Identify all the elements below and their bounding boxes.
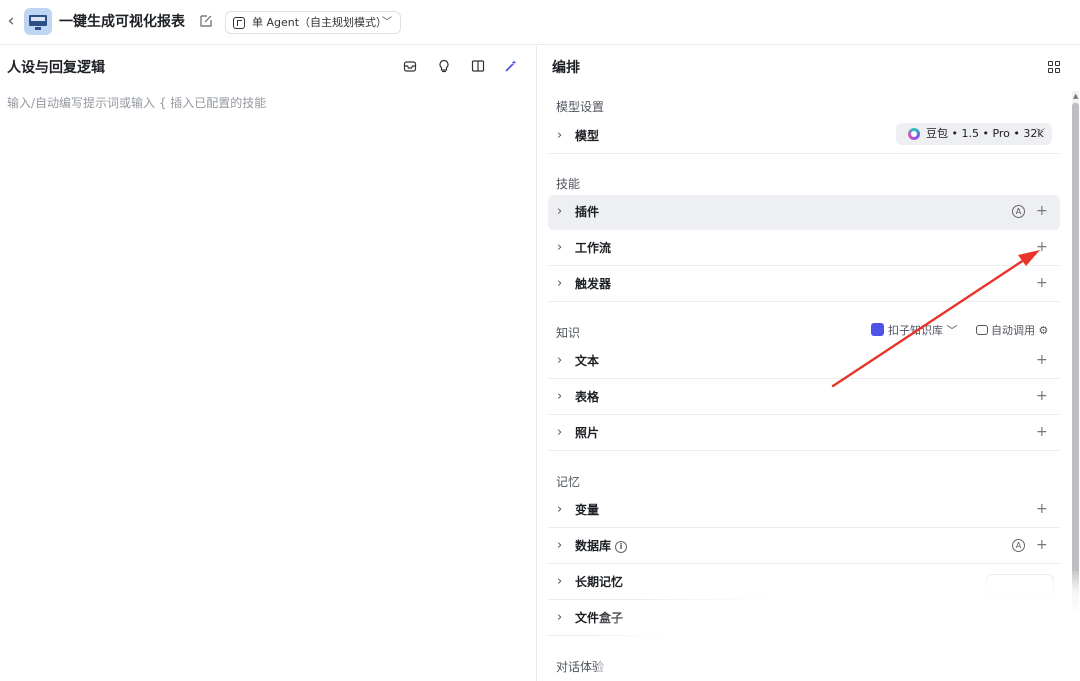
top-bar: ‹ 一键生成可视化报表 单 Agent（自主规划模式） ﹀ <box>0 0 1080 45</box>
chevron-down-icon: ﹀ <box>382 17 392 28</box>
knowledge-source-label: 扣子知识库 <box>888 324 943 337</box>
add-variable-button[interactable]: + <box>1036 501 1048 517</box>
add-photo-button[interactable]: + <box>1036 424 1048 440</box>
model-name: 豆包 • 1.5 • Pro • 32k <box>926 127 1044 140</box>
chevron-right-icon: › <box>557 389 563 404</box>
panel-title: 人设与回复逻辑 <box>7 60 105 76</box>
app-avatar <box>24 8 52 35</box>
prompt-panel: 人设与回复逻辑 输入/自动编写提示词或输入 { 插入已配置的技能 <box>0 46 537 681</box>
section-model-label: 模型设置 <box>556 100 605 114</box>
add-table-button[interactable]: + <box>1036 388 1048 404</box>
gear-icon[interactable]: ⚙ <box>1039 324 1049 337</box>
section-memory-label: 记忆 <box>556 475 581 489</box>
magic-wand-icon[interactable] <box>503 59 519 75</box>
prompt-input[interactable]: 输入/自动编写提示词或输入 { 插入已配置的技能 <box>7 95 266 111</box>
add-workflow-button[interactable]: + <box>1036 239 1048 255</box>
auto-call-setting[interactable]: 自动调用 ⚙ <box>976 323 1048 339</box>
row-label: 工作流 <box>575 241 612 255</box>
chevron-right-icon: › <box>557 204 563 219</box>
chevron-right-icon: › <box>557 353 563 368</box>
auto-badge-icon[interactable]: A <box>1012 205 1025 218</box>
add-database-button[interactable]: + <box>1036 537 1048 553</box>
row-label: 插件 <box>575 205 600 219</box>
row-photo[interactable]: › 照片 + <box>548 416 1060 451</box>
auto-badge-icon[interactable]: A <box>1012 539 1025 552</box>
agent-mode-label: 单 Agent（自主规划模式） <box>252 16 388 29</box>
chevron-right-icon: › <box>557 276 563 291</box>
row-table[interactable]: › 表格 + <box>548 380 1060 415</box>
auto-call-icon <box>976 325 988 335</box>
doubao-logo-icon <box>908 128 920 140</box>
add-text-button[interactable]: + <box>1036 352 1048 368</box>
knowledge-source-select[interactable]: 扣子知识库 ﹀ <box>871 323 958 339</box>
row-label: 触发器 <box>575 277 612 291</box>
chevron-right-icon: › <box>557 128 563 143</box>
add-trigger-button[interactable]: + <box>1036 275 1048 291</box>
blur-overlay <box>598 571 1080 681</box>
row-label: 变量 <box>575 503 600 517</box>
row-plugin[interactable]: › 插件 A + <box>548 195 1060 230</box>
row-label: 表格 <box>575 390 600 404</box>
app-title: 一键生成可视化报表 <box>59 14 185 30</box>
orchestration-panel: 编排 ▲ 模型设置 › 模型 豆包 • 1.5 • Pro • 32k ﹀ 技能… <box>538 46 1080 681</box>
row-variable[interactable]: › 变量 + <box>548 493 1060 528</box>
row-model[interactable]: › 模型 豆包 • 1.5 • Pro • 32k ﹀ <box>548 119 1060 154</box>
add-plugin-button[interactable]: + <box>1036 203 1048 219</box>
chevron-right-icon: › <box>557 502 563 517</box>
section-knowledge-label: 知识 <box>556 326 581 340</box>
row-text[interactable]: › 文本 + <box>548 344 1060 379</box>
back-button[interactable]: ‹ <box>3 11 19 31</box>
chevron-down-icon: ﹀ <box>1036 129 1046 139</box>
section-dialog-label: 对话体验 <box>556 660 605 674</box>
section-skills-label: 技能 <box>556 177 581 191</box>
auto-call-label: 自动调用 <box>991 324 1035 337</box>
info-icon[interactable]: i <box>615 541 628 553</box>
row-label: 照片 <box>575 426 600 440</box>
archive-icon[interactable] <box>402 59 418 75</box>
chevron-right-icon: › <box>557 240 563 255</box>
grid-icon[interactable] <box>1048 61 1061 74</box>
split-view-icon[interactable] <box>470 59 486 75</box>
lightbulb-icon[interactable] <box>436 59 452 75</box>
model-select[interactable]: 豆包 • 1.5 • Pro • 32k ﹀ <box>896 123 1052 145</box>
row-database[interactable]: › 数据库 i A + <box>548 529 1060 564</box>
panel-title: 编排 <box>552 60 580 76</box>
row-label: 数据库 i <box>575 538 628 554</box>
chevron-right-icon: › <box>557 574 563 589</box>
row-trigger[interactable]: › 触发器 + <box>548 267 1060 302</box>
agent-mode-select[interactable]: 单 Agent（自主规划模式） ﹀ <box>225 11 401 34</box>
row-label: 文本 <box>575 354 600 368</box>
chevron-right-icon: › <box>557 425 563 440</box>
row-label-text: 数据库 <box>575 539 612 553</box>
chevron-down-icon: ﹀ <box>946 324 958 337</box>
edit-icon[interactable] <box>199 13 215 29</box>
knowledge-base-icon <box>871 323 884 336</box>
row-label: 模型 <box>575 129 600 143</box>
scroll-up-icon[interactable]: ▲ <box>1073 92 1078 100</box>
row-workflow[interactable]: › 工作流 + <box>548 231 1060 266</box>
chevron-right-icon: › <box>557 610 563 625</box>
chevron-right-icon: › <box>557 538 563 553</box>
agent-mode-icon <box>233 17 245 29</box>
